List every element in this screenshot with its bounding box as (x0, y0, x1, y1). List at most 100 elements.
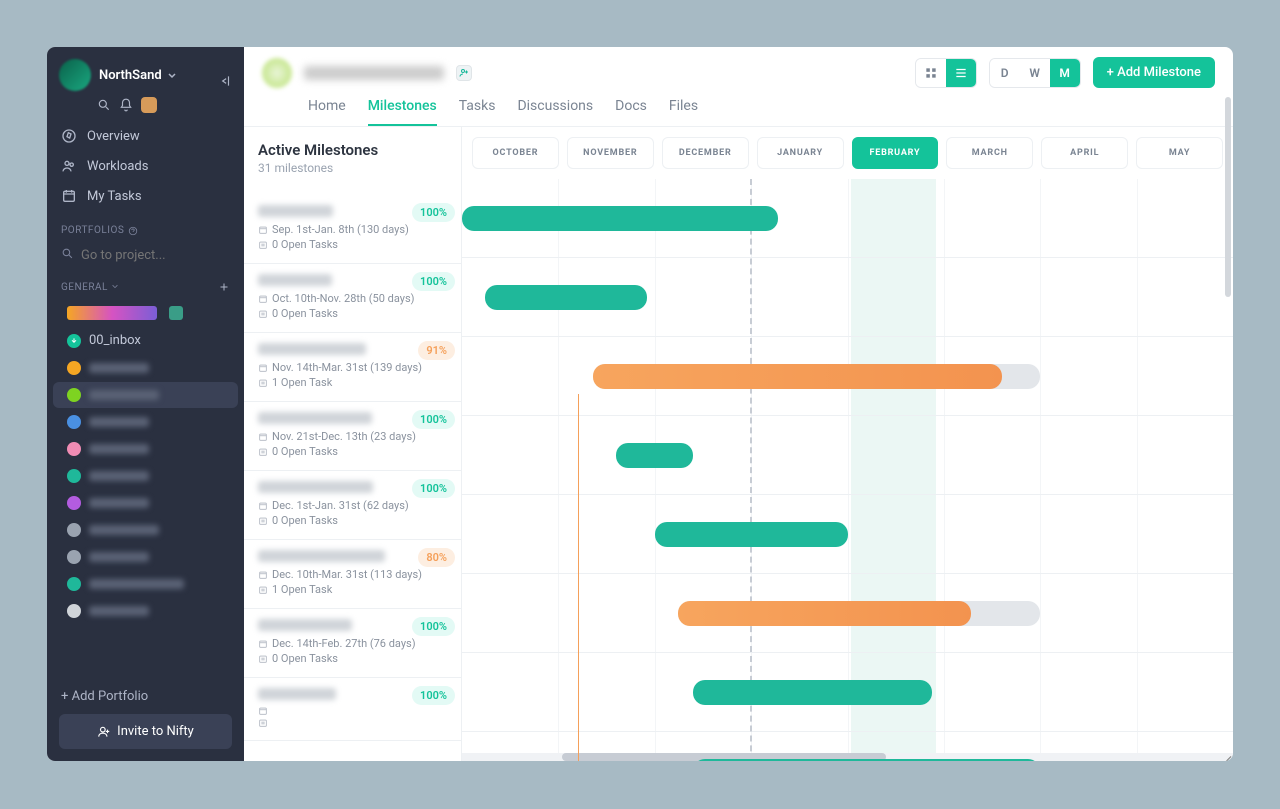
month-pill-november[interactable]: NOVEMBER (567, 137, 654, 169)
project-item[interactable] (53, 409, 238, 435)
milestone-bar[interactable] (655, 522, 848, 547)
milestone-bar[interactable] (485, 285, 647, 310)
project-item[interactable] (53, 544, 238, 570)
milestone-tasks: 0 Open Tasks (258, 514, 447, 527)
project-item[interactable] (53, 571, 238, 597)
search-icon[interactable] (97, 98, 111, 112)
list-view-button[interactable] (946, 59, 976, 87)
calendar-icon (258, 294, 268, 304)
project-search[interactable] (47, 240, 244, 275)
project-item[interactable] (53, 463, 238, 489)
general-section-header[interactable]: GENERAL (47, 275, 244, 299)
vertical-scrollbar[interactable] (1225, 97, 1231, 297)
nav-label: My Tasks (87, 189, 142, 204)
milestone-title-redacted (258, 274, 332, 286)
milestone-tasks: 1 Open Task (258, 376, 447, 389)
user-plus-icon (458, 67, 470, 79)
nav-overview[interactable]: Overview (47, 121, 244, 151)
share-button[interactable] (456, 65, 472, 81)
zoom-month[interactable]: M (1050, 59, 1080, 87)
milestone-row[interactable]: 80% Dec. 10th-Mar. 31st (113 days) 1 Ope… (244, 540, 461, 609)
month-pill-january[interactable]: JANUARY (757, 137, 844, 169)
bell-icon[interactable] (119, 98, 133, 112)
project-dot (67, 523, 81, 537)
milestone-row[interactable]: 100% Dec. 1st-Jan. 31st (62 days) 0 Open… (244, 471, 461, 540)
main-panel: D W M + Add Milestone Home Milestones Ta… (244, 47, 1233, 761)
nav-workloads[interactable]: Workloads (47, 151, 244, 181)
milestone-row[interactable]: 91% Nov. 14th-Mar. 31st (139 days) 1 Ope… (244, 333, 461, 402)
tasks-icon (258, 718, 268, 728)
project-search-input[interactable] (61, 244, 230, 267)
milestone-row[interactable]: 100% Sep. 1st-Jan. 8th (130 days) 0 Open… (244, 195, 461, 264)
milestone-bar[interactable] (616, 443, 693, 468)
month-pill-march[interactable]: MARCH (946, 137, 1033, 169)
invite-button[interactable]: Invite to Nifty (59, 714, 232, 749)
topbar: D W M + Add Milestone (244, 47, 1233, 88)
tab-home[interactable]: Home (308, 98, 346, 126)
milestone-dates (258, 706, 447, 716)
milestone-row[interactable]: 100% Nov. 21st-Dec. 13th (23 days) 0 Ope… (244, 402, 461, 471)
project-dot (67, 577, 81, 591)
tab-milestones[interactable]: Milestones (368, 98, 437, 126)
help-icon[interactable] (128, 226, 138, 236)
milestone-title-redacted (258, 205, 333, 217)
milestone-dates: Nov. 14th-Mar. 31st (139 days) (258, 361, 447, 374)
grid-icon (924, 66, 938, 80)
gantt-chart[interactable]: OCTOBERNOVEMBERDECEMBERJANUARYFEBRUARYMA… (462, 127, 1233, 761)
add-milestone-button[interactable]: + Add Milestone (1093, 57, 1215, 88)
project-label: 00_inbox (89, 333, 141, 348)
zoom-day[interactable]: D (990, 59, 1020, 87)
tasks-icon (258, 585, 268, 595)
month-pill-december[interactable]: DECEMBER (662, 137, 749, 169)
resize-handle[interactable] (1221, 749, 1231, 759)
zoom-week[interactable]: W (1020, 59, 1050, 87)
project-item[interactable] (53, 598, 238, 624)
project-item[interactable] (53, 490, 238, 516)
month-pill-april[interactable]: APRIL (1041, 137, 1128, 169)
milestone-bar[interactable] (678, 601, 971, 626)
milestone-row[interactable]: 100% Dec. 14th-Feb. 27th (76 days) 0 Ope… (244, 609, 461, 678)
workspace-switcher[interactable]: NorthSand (47, 47, 244, 97)
tab-files[interactable]: Files (669, 98, 698, 126)
inbox-icon (67, 334, 81, 348)
progress-badge: 80% (418, 548, 455, 567)
grid-view-button[interactable] (916, 59, 946, 87)
milestone-row[interactable]: 100% (244, 678, 461, 741)
progress-badge: 100% (412, 203, 455, 222)
project-item[interactable] (53, 517, 238, 543)
milestone-bar[interactable] (693, 680, 932, 705)
tasks-icon (258, 654, 268, 664)
project-dot (67, 604, 81, 618)
tab-docs[interactable]: Docs (615, 98, 647, 126)
gantt-row[interactable] (462, 179, 1233, 258)
collapse-sidebar-button[interactable] (218, 73, 232, 92)
project-item-selected[interactable] (53, 382, 238, 408)
plus-icon[interactable] (218, 281, 230, 293)
calendar-icon (258, 639, 268, 649)
user-avatar-small[interactable] (141, 97, 157, 113)
tasks-icon (258, 309, 268, 319)
gantt-row[interactable] (462, 258, 1233, 337)
search-icon (61, 247, 74, 260)
milestone-bar[interactable] (462, 206, 778, 231)
month-pill-february[interactable]: FEBRUARY (852, 137, 939, 169)
milestone-dates: Oct. 10th-Nov. 28th (50 days) (258, 292, 447, 305)
nav-label: Overview (87, 129, 140, 144)
project-dot (67, 442, 81, 456)
project-item[interactable] (53, 355, 238, 381)
milestone-bar[interactable] (593, 364, 1002, 389)
project-item[interactable] (53, 436, 238, 462)
tab-discussions[interactable]: Discussions (517, 98, 593, 126)
milestone-bar[interactable] (693, 759, 1040, 761)
milestone-title-redacted (258, 412, 372, 424)
tab-tasks[interactable]: Tasks (459, 98, 496, 126)
add-portfolio-button[interactable]: + Add Portfolio (47, 679, 244, 714)
today-marker (750, 179, 752, 761)
month-pill-may[interactable]: MAY (1136, 137, 1223, 169)
month-pill-october[interactable]: OCTOBER (472, 137, 559, 169)
project-item-inbox[interactable]: 00_inbox (53, 327, 238, 354)
milestone-row[interactable]: 100% Oct. 10th-Nov. 28th (50 days) 0 Ope… (244, 264, 461, 333)
project-item[interactable] (53, 300, 238, 326)
nav-my-tasks[interactable]: My Tasks (47, 181, 244, 211)
milestone-dates: Dec. 10th-Mar. 31st (113 days) (258, 568, 447, 581)
